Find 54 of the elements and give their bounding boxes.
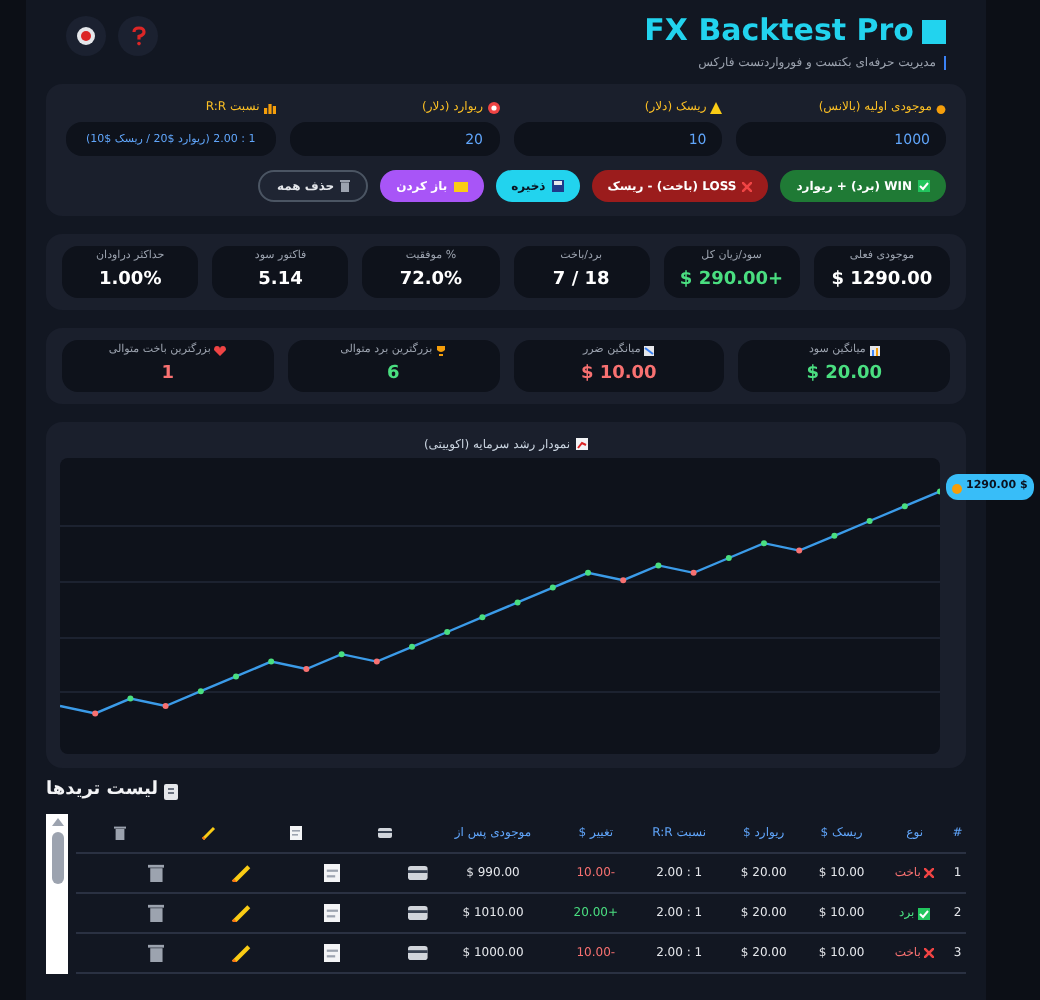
stat-value: 7 / 18 [552, 268, 610, 295]
pencil-icon[interactable] [232, 943, 252, 963]
scroll-up-icon [51, 817, 63, 825]
stat-value: 6 [387, 362, 400, 389]
pencil-icon[interactable] [232, 863, 252, 883]
stat-value: $ 20.00 [806, 362, 883, 389]
chart-down-icon [644, 345, 655, 356]
folder-icon [453, 181, 468, 191]
box-icon [377, 827, 391, 838]
scrollbar[interactable] [46, 813, 68, 973]
target-icon [487, 101, 499, 113]
note-icon [290, 825, 302, 840]
target-icon [76, 26, 96, 46]
pencil-icon [201, 825, 215, 840]
box-icon [408, 866, 428, 880]
box-icon [408, 906, 428, 920]
trash-icon [340, 180, 351, 192]
trades-title: لیست تریدها [46, 778, 159, 804]
help-button[interactable] [118, 16, 158, 56]
stat-value: 72.0% [399, 268, 463, 295]
box-icon [408, 946, 428, 960]
cross-icon [924, 948, 935, 958]
stat-value: 1 [161, 362, 175, 389]
trophy-icon [436, 345, 447, 356]
cross-icon [924, 868, 935, 878]
check-icon [918, 907, 931, 919]
note-icon[interactable] [323, 863, 340, 883]
trash-icon [114, 825, 126, 840]
clipboard-icon [164, 783, 179, 800]
check-icon [918, 180, 930, 192]
question-icon [131, 26, 145, 46]
moneybag-icon [936, 101, 946, 113]
bar-chart-icon [263, 101, 276, 113]
note-icon[interactable] [323, 943, 340, 963]
cross-icon [742, 181, 753, 191]
trash-icon[interactable] [147, 943, 164, 963]
broken-heart-icon [214, 345, 227, 356]
stat-value: 1.00% [98, 268, 162, 295]
trash-icon[interactable] [147, 863, 164, 883]
record-button[interactable] [66, 16, 106, 56]
logo-icon [922, 19, 946, 43]
stat-value: $ 290.00+ [679, 268, 784, 295]
pencil-icon[interactable] [232, 903, 252, 923]
stat-value: 5.14 [258, 268, 303, 295]
warning-icon [710, 101, 723, 113]
stat-value: $ 10.00 [580, 362, 657, 389]
bar-chart-icon [869, 345, 880, 356]
app-title: FX Backtest Pro [644, 16, 914, 46]
stat-value: $ 1290.00 [831, 268, 933, 295]
chart-icon [576, 438, 589, 450]
scroll-thumb[interactable] [51, 831, 63, 883]
note-icon[interactable] [323, 903, 340, 923]
coin-icon [952, 481, 962, 493]
trash-icon[interactable] [147, 903, 164, 923]
